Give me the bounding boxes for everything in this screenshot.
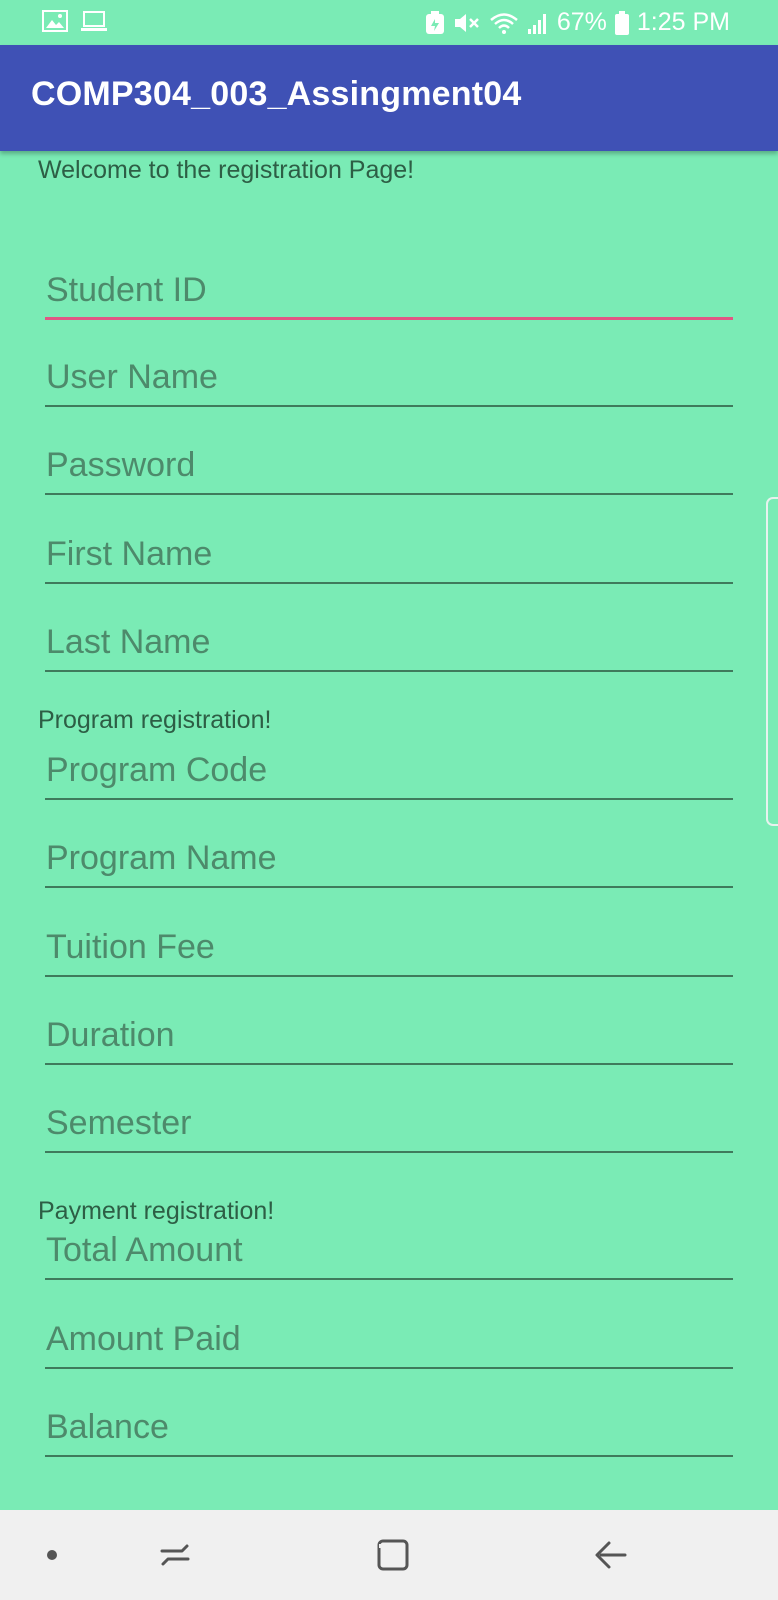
semester-underline [45, 1151, 733, 1153]
recents-icon[interactable] [155, 1535, 195, 1575]
mute-icon [453, 11, 481, 35]
back-icon[interactable] [591, 1535, 631, 1575]
user-name-input[interactable]: User Name [45, 327, 733, 407]
welcome-text: Welcome to the registration Page! [38, 156, 415, 184]
total-amount-underline [45, 1278, 733, 1280]
balance-underline [45, 1455, 733, 1457]
wifi-icon [489, 11, 519, 35]
password-input[interactable]: Password [45, 415, 733, 495]
student-id-hint: Student ID [46, 271, 207, 309]
laptop-icon [80, 10, 108, 32]
status-time: 1:25 PM [636, 8, 730, 36]
battery-saver-icon [425, 10, 445, 35]
first-name-hint: First Name [46, 535, 213, 573]
program-name-hint: Program Name [46, 839, 277, 877]
scrollbar-thumb[interactable] [766, 497, 778, 826]
password-hint: Password [46, 446, 196, 484]
status-bar-left [42, 10, 108, 32]
duration-hint: Duration [46, 1016, 175, 1054]
tuition-fee-underline [45, 975, 733, 977]
signal-icon [527, 11, 549, 35]
app-bar: COMP304_003_Assingment04 [0, 45, 778, 151]
program-code-hint: Program Code [46, 751, 268, 789]
amount-paid-input[interactable]: Amount Paid [45, 1289, 733, 1369]
last-name-input[interactable]: Last Name [45, 592, 733, 672]
navigation-bar [0, 1510, 778, 1600]
first-name-underline [45, 582, 733, 584]
program-name-input[interactable]: Program Name [45, 808, 733, 888]
total-amount-hint: Total Amount [46, 1231, 243, 1269]
battery-icon [614, 10, 629, 35]
app-title: COMP304_003_Assingment04 [31, 75, 522, 113]
user-name-underline [45, 405, 733, 407]
dot-icon[interactable] [32, 1535, 72, 1575]
home-icon[interactable] [373, 1535, 413, 1575]
registration-screen: 67% 1:25 PM COMP304_003_Assingment04 Wel… [0, 0, 778, 1600]
student-id-underline [45, 317, 733, 320]
password-underline [45, 493, 733, 495]
tuition-fee-input[interactable]: Tuition Fee [45, 897, 733, 977]
student-id-input[interactable]: Student ID [45, 240, 733, 320]
last-name-underline [45, 670, 733, 672]
program-code-underline [45, 798, 733, 800]
semester-hint: Semester [46, 1104, 192, 1142]
battery-percent: 67% [556, 8, 607, 36]
status-bar-right: 67% 1:25 PM [425, 8, 730, 37]
amount-paid-hint: Amount Paid [46, 1320, 241, 1358]
duration-underline [45, 1063, 733, 1065]
status-bar: 67% 1:25 PM [0, 0, 778, 45]
image-icon [42, 10, 68, 32]
duration-input[interactable]: Duration [45, 985, 733, 1065]
total-amount-input[interactable]: Total Amount [45, 1200, 733, 1280]
program-code-input[interactable]: Program Code [45, 720, 733, 800]
tuition-fee-hint: Tuition Fee [46, 928, 215, 966]
semester-input[interactable]: Semester [45, 1073, 733, 1153]
balance-hint: Balance [46, 1408, 169, 1446]
last-name-hint: Last Name [46, 623, 211, 661]
amount-paid-underline [45, 1367, 733, 1369]
balance-input[interactable]: Balance [45, 1377, 733, 1457]
user-name-hint: User Name [46, 358, 218, 396]
first-name-input[interactable]: First Name [45, 504, 733, 584]
program-name-underline [45, 886, 733, 888]
